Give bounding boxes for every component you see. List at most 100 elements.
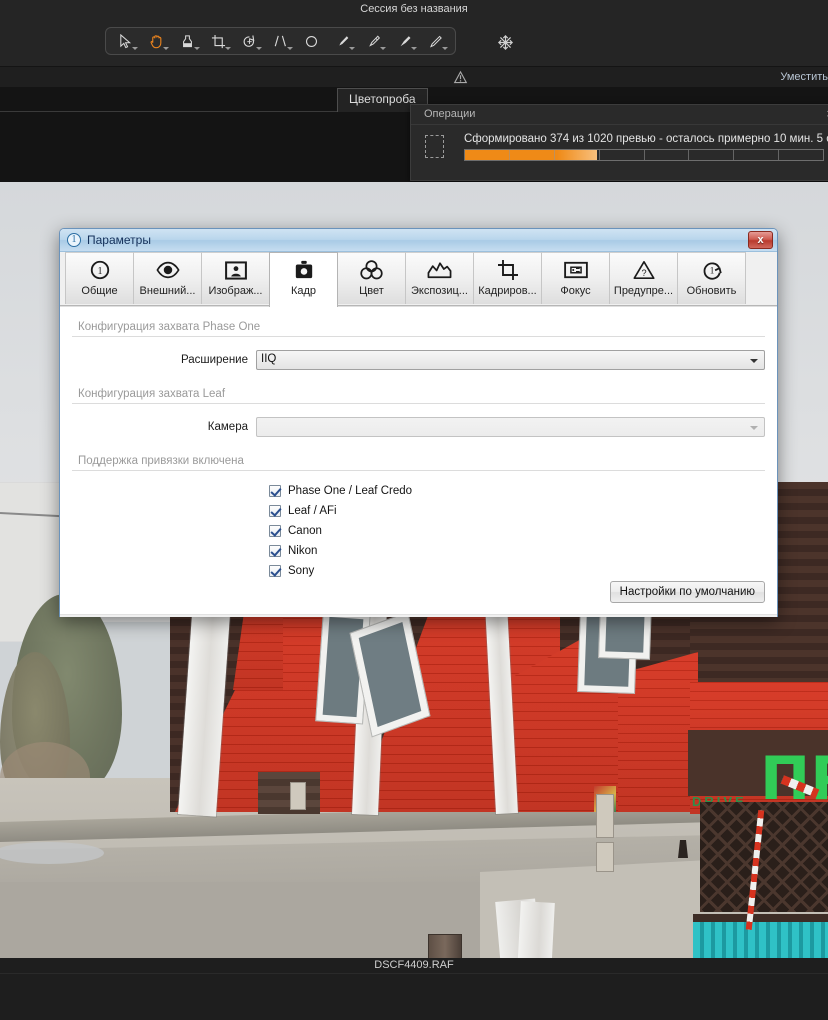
photo-stairs bbox=[258, 772, 320, 814]
group-phase-one: Конфигурация захвата Phase One bbox=[72, 321, 765, 339]
extension-select[interactable]: IIQ bbox=[256, 350, 765, 370]
dialog-tab-7[interactable]: Кадриров... bbox=[473, 252, 542, 304]
dialog-tab-1[interactable]: 1 Общие bbox=[65, 252, 134, 304]
chevron-down-icon bbox=[380, 47, 386, 50]
checkbox-checked-icon[interactable] bbox=[269, 485, 281, 497]
dialog-tab-label: Общие bbox=[81, 285, 118, 297]
camera-select[interactable] bbox=[256, 417, 765, 437]
heal-brush-tool[interactable] bbox=[358, 29, 389, 53]
checkbox-row[interactable]: Sony bbox=[269, 561, 765, 581]
refresh-1-icon: 1 bbox=[701, 258, 723, 282]
chevron-down-icon bbox=[411, 47, 417, 50]
group-divider bbox=[72, 403, 765, 404]
pan-hand-tool[interactable] bbox=[141, 29, 172, 53]
checkbox-label: Leaf / AFi bbox=[288, 505, 337, 517]
field-row-extension: Расширение IIQ bbox=[72, 350, 765, 370]
checkbox-row[interactable]: Leaf / AFi bbox=[269, 501, 765, 521]
operation-progress-bar bbox=[464, 149, 824, 161]
crop-frame-icon bbox=[497, 258, 519, 282]
checkbox-checked-icon[interactable] bbox=[269, 525, 281, 537]
checkbox-label: Canon bbox=[288, 525, 322, 537]
app-root: Сессия без названия Уместить Цветопроба … bbox=[0, 0, 828, 1020]
photo-teal-fence bbox=[693, 922, 828, 958]
dialog-tab-label: Фокус bbox=[560, 285, 591, 297]
dialog-tab-4[interactable]: Кадр bbox=[269, 252, 338, 307]
dialog-tab-label: Цвет bbox=[359, 285, 384, 297]
chevron-down-icon bbox=[194, 47, 200, 50]
photo-poster bbox=[596, 794, 614, 838]
chevron-down-icon bbox=[750, 359, 758, 363]
close-button[interactable]: x bbox=[748, 231, 773, 249]
focus-box-icon bbox=[563, 258, 588, 282]
keystone-tool[interactable] bbox=[265, 29, 296, 53]
operations-header: Операции × bbox=[411, 105, 828, 125]
dialog-tab-8[interactable]: Фокус bbox=[541, 252, 610, 304]
operations-panel: Операции × Сформировано 374 из 1020 прев… bbox=[410, 104, 828, 181]
draw-mask-tool[interactable] bbox=[420, 29, 451, 53]
dialog-tab-label: Обновить bbox=[686, 285, 737, 297]
dialog-tab-10[interactable]: 1 Обновить bbox=[677, 252, 746, 304]
extension-label: Расширение bbox=[180, 354, 248, 366]
dialog-bottom-edge bbox=[60, 614, 777, 617]
info-circle-icon: 1 bbox=[67, 233, 81, 247]
session-title: Сессия без названия bbox=[360, 3, 468, 15]
checkbox-label: Phase One / Leaf Credo bbox=[288, 485, 413, 497]
photo-poster bbox=[290, 782, 306, 810]
operation-thumbnail-placeholder bbox=[425, 135, 444, 158]
chevron-down-icon bbox=[256, 47, 262, 50]
dialog-tab-6[interactable]: Экспозиц... bbox=[405, 252, 474, 304]
dialog-body: Конфигурация захвата Phase One Расширени… bbox=[60, 306, 777, 617]
snowflake-tool[interactable] bbox=[494, 31, 516, 53]
default-settings-button[interactable]: Настройки по умолчанию bbox=[609, 581, 765, 603]
checkbox-checked-icon[interactable] bbox=[269, 545, 281, 557]
checkbox-row[interactable]: Nikon bbox=[269, 541, 765, 561]
fit-to-window-label[interactable]: Уместить bbox=[780, 71, 828, 83]
operations-title: Операции bbox=[424, 108, 476, 120]
checkbox-checked-icon[interactable] bbox=[269, 505, 281, 517]
checkbox-label: Nikon bbox=[288, 545, 318, 557]
warning-triangle-icon[interactable] bbox=[453, 70, 468, 90]
chevron-down-icon bbox=[132, 47, 138, 50]
dust-brush-tool[interactable] bbox=[327, 29, 358, 53]
photo-leaning-board bbox=[515, 901, 555, 958]
photo-lattice bbox=[700, 802, 828, 912]
chevron-down-icon bbox=[225, 47, 231, 50]
picture-portrait-icon bbox=[224, 258, 247, 282]
dialog-tab-9[interactable]: ? Предупре... bbox=[609, 252, 678, 304]
tool-group bbox=[105, 27, 456, 55]
warning-question-icon: ? bbox=[632, 258, 655, 282]
clone-brush-tool[interactable] bbox=[389, 29, 420, 53]
dialog-tab-5[interactable]: Цвет bbox=[337, 252, 406, 304]
crop-tool[interactable] bbox=[203, 29, 234, 53]
dialog-title-bar[interactable]: 1 Параметры x bbox=[60, 229, 777, 252]
photo-trash-bin bbox=[428, 934, 462, 958]
photo-poster bbox=[596, 842, 614, 872]
camera-icon bbox=[294, 258, 314, 282]
color-circles-icon bbox=[360, 258, 383, 282]
tethering-checkbox-list: Phase One / Leaf Credo Leaf / AFi Canon Nik… bbox=[72, 481, 765, 581]
spot-removal-tool[interactable] bbox=[296, 29, 327, 53]
group-heading: Конфигурация захвата Leaf bbox=[78, 388, 232, 400]
svg-text:1: 1 bbox=[97, 266, 102, 277]
checkbox-row[interactable]: Phase One / Leaf Credo bbox=[269, 481, 765, 501]
chevron-down-icon bbox=[750, 426, 758, 430]
checkbox-row[interactable]: Canon bbox=[269, 521, 765, 541]
status-divider bbox=[0, 973, 828, 974]
group-divider bbox=[72, 470, 765, 471]
dialog-title: Параметры bbox=[87, 233, 151, 247]
operation-message: Сформировано 374 из 1020 превью - остало… bbox=[464, 133, 828, 145]
dialog-tab-2[interactable]: Внешний... bbox=[133, 252, 202, 304]
checkbox-checked-icon[interactable] bbox=[269, 565, 281, 577]
viewer-toolbar: Уместить bbox=[0, 66, 828, 88]
group-heading: Поддержка привязки включена bbox=[78, 455, 250, 467]
top-toolbar: Сессия без названия bbox=[0, 0, 828, 66]
histogram-icon bbox=[427, 258, 452, 282]
chevron-down-icon bbox=[349, 47, 355, 50]
status-bar: DSCF4409.RAF bbox=[0, 958, 828, 1020]
dialog-tab-label: Кадриров... bbox=[478, 285, 537, 297]
operations-body: Сформировано 374 из 1020 превью - остало… bbox=[411, 125, 828, 161]
dialog-tab-3[interactable]: Изображ... bbox=[201, 252, 270, 304]
select-arrow-tool[interactable] bbox=[110, 29, 141, 53]
rotate-tool[interactable] bbox=[234, 29, 265, 53]
white-balance-tool[interactable] bbox=[172, 29, 203, 53]
